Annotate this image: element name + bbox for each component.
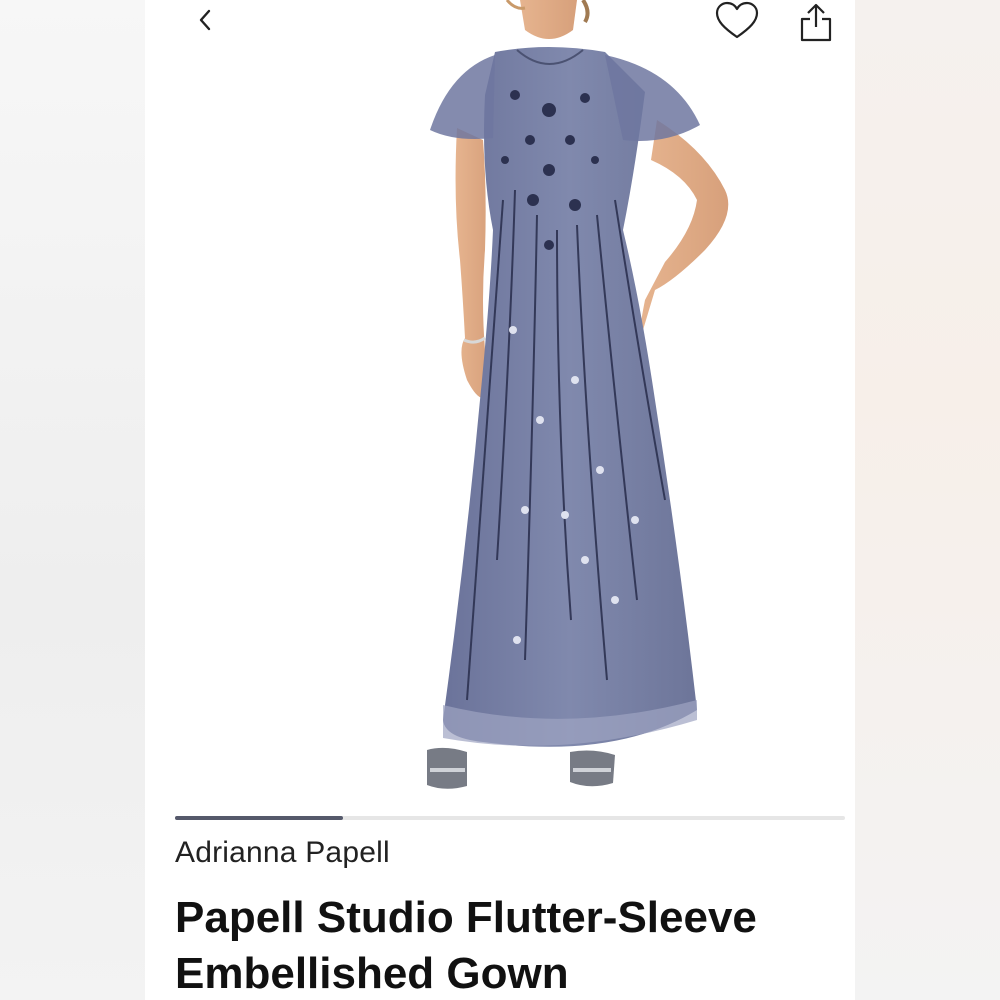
- product-image[interactable]: [145, 0, 855, 800]
- share-button[interactable]: [793, 0, 839, 44]
- navigation-bar: [145, 0, 855, 50]
- blurred-background-left: [0, 0, 145, 1000]
- share-icon: [800, 3, 832, 42]
- blurred-background-right: [855, 0, 1000, 1000]
- product-detail-screen: Adrianna Papell Papell Studio Flutter-Sl…: [145, 0, 855, 1000]
- back-button[interactable]: [185, 2, 225, 38]
- product-brand[interactable]: Adrianna Papell: [175, 836, 390, 870]
- favorite-button[interactable]: [709, 0, 765, 40]
- product-title: Papell Studio Flutter-Sleeve Embellished…: [175, 893, 757, 998]
- screenshot-page: Adrianna Papell Papell Studio Flutter-Sl…: [0, 0, 1000, 1000]
- image-carousel-progress: [175, 816, 845, 820]
- chevron-left-icon: [199, 9, 211, 31]
- heart-outline-icon: [715, 1, 759, 39]
- carousel-progress-fill: [175, 816, 343, 820]
